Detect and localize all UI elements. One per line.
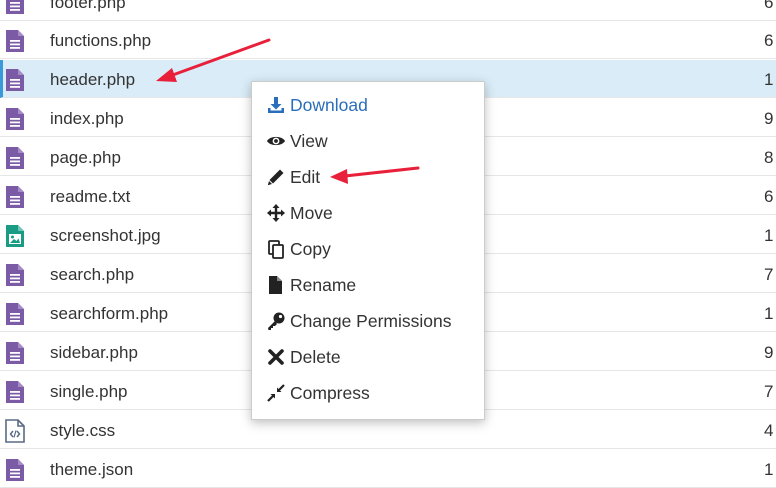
- file-name[interactable]: screenshot.jpg: [50, 226, 161, 246]
- file-name[interactable]: theme.json: [50, 460, 133, 480]
- key-icon: [268, 312, 285, 330]
- move-arrows-icon: [267, 204, 285, 222]
- text-file-icon: [6, 186, 24, 208]
- php-file-icon: [6, 0, 24, 14]
- menu-item-label: Copy: [290, 239, 331, 259]
- file-size: 7: [764, 382, 774, 401]
- file-size: 6: [764, 0, 774, 12]
- menu-item-rename[interactable]: Rename: [266, 270, 476, 300]
- file-size: 1: [764, 304, 774, 323]
- file-size: 1: [764, 70, 774, 89]
- php-file-icon: [6, 69, 24, 91]
- file-size: 9: [764, 109, 774, 128]
- menu-item-label: Move: [290, 203, 333, 223]
- file-name[interactable]: index.php: [50, 109, 124, 129]
- file-name[interactable]: searchform.php: [50, 304, 168, 324]
- menu-item-copy[interactable]: Copy: [266, 234, 476, 264]
- image-file-icon: [6, 225, 24, 247]
- file-size: 8: [764, 148, 774, 167]
- php-file-icon: [6, 342, 24, 364]
- php-file-icon: [6, 264, 24, 286]
- menu-item-label: Change Permissions: [290, 311, 452, 331]
- file-size: 6: [764, 187, 774, 206]
- menu-item-move[interactable]: Move: [266, 198, 476, 228]
- file-name[interactable]: readme.txt: [50, 187, 130, 207]
- file-name[interactable]: header.php: [50, 70, 135, 90]
- menu-item-view[interactable]: View: [266, 126, 476, 156]
- file-name[interactable]: sidebar.php: [50, 343, 138, 363]
- menu-item-change-permissions[interactable]: Change Permissions: [266, 306, 476, 336]
- php-file-icon: [6, 108, 24, 130]
- x-icon: [268, 349, 284, 365]
- file-name[interactable]: style.css: [50, 421, 115, 441]
- menu-item-download[interactable]: Download: [266, 90, 476, 120]
- file-size: 9: [764, 343, 774, 362]
- menu-item-label: Edit: [290, 167, 321, 187]
- php-file-icon: [6, 147, 24, 169]
- menu-item-delete[interactable]: Delete: [266, 342, 476, 372]
- file-name[interactable]: single.php: [50, 382, 128, 402]
- php-file-icon: [6, 381, 24, 403]
- file-size: 1: [764, 226, 774, 245]
- menu-item-label: Download: [290, 95, 368, 115]
- menu-item-label: Compress: [290, 383, 370, 403]
- php-file-icon: [6, 30, 24, 52]
- menu-item-label: Delete: [290, 347, 341, 367]
- file-name[interactable]: footer.php: [50, 0, 126, 13]
- file-row[interactable]: functions.php 6: [0, 21, 776, 59]
- pencil-icon: [267, 169, 284, 186]
- code-file-icon: [5, 419, 25, 443]
- file-size: 6: [764, 31, 774, 50]
- menu-item-edit[interactable]: Edit: [266, 162, 476, 192]
- compress-icon: [267, 384, 285, 402]
- file-size: 1: [764, 460, 774, 479]
- file-row[interactable]: theme.json 1: [0, 450, 776, 488]
- menu-item-compress[interactable]: Compress: [266, 378, 476, 408]
- copy-icon: [268, 240, 284, 259]
- download-icon: [268, 97, 284, 113]
- php-file-icon: [6, 303, 24, 325]
- php-file-icon: [6, 459, 24, 481]
- file-row[interactable]: footer.php 6: [0, 0, 776, 21]
- file-name[interactable]: functions.php: [50, 31, 151, 51]
- file-icon: [269, 276, 282, 294]
- context-menu: Download View Edit Move Copy Rename Chan…: [251, 81, 485, 420]
- menu-item-label: View: [290, 131, 328, 151]
- file-size: 4: [764, 421, 774, 440]
- file-name[interactable]: search.php: [50, 265, 134, 285]
- eye-icon: [267, 136, 285, 146]
- file-name[interactable]: page.php: [50, 148, 121, 168]
- file-size: 7: [764, 265, 774, 284]
- menu-item-label: Rename: [290, 275, 357, 295]
